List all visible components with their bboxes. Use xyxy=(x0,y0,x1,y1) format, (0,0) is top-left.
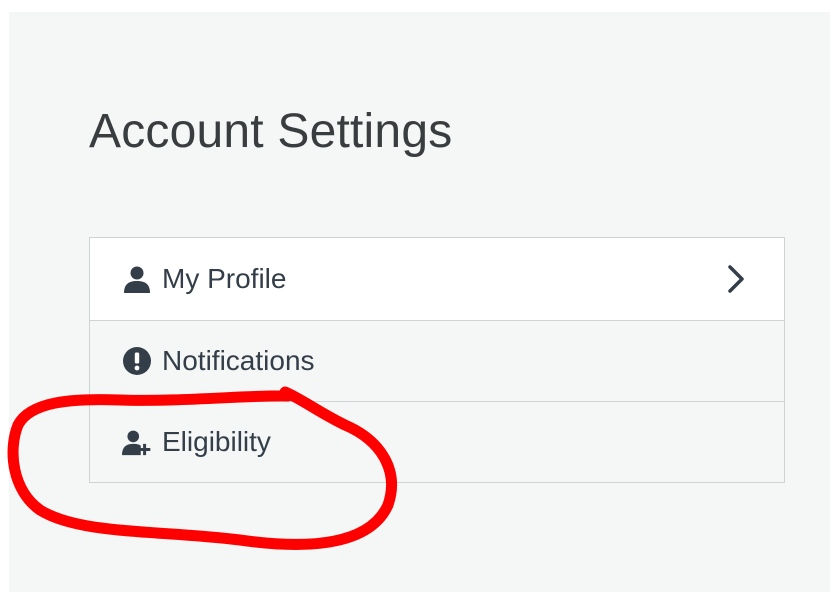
exclamation-circle-icon xyxy=(122,346,152,376)
settings-menu: My Profile Notifications Eligibility xyxy=(89,237,785,483)
user-plus-icon xyxy=(122,427,152,457)
menu-item-label: Notifications xyxy=(162,345,315,376)
menu-item-my-profile[interactable]: My Profile xyxy=(90,238,784,320)
menu-item-label: Eligibility xyxy=(162,426,271,457)
menu-item-eligibility[interactable]: Eligibility xyxy=(90,401,784,482)
menu-item-label: My Profile xyxy=(162,263,287,294)
page-title: Account Settings xyxy=(89,105,453,158)
menu-item-notifications[interactable]: Notifications xyxy=(90,320,784,401)
chevron-right-icon xyxy=(724,264,748,294)
user-icon xyxy=(122,264,152,294)
